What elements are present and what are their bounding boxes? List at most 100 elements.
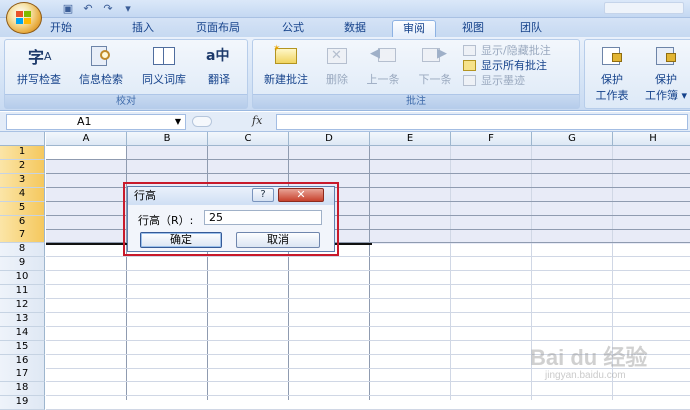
research-icon: [88, 44, 114, 68]
new-comment-button[interactable]: ✶ 新建批注: [257, 44, 315, 87]
formula-tools: fx: [190, 114, 276, 130]
cancel-button[interactable]: 取消: [236, 232, 320, 248]
column-gridline: [369, 146, 370, 400]
close-icon[interactable]: ✕: [278, 188, 324, 202]
formula-toggle-icon[interactable]: [192, 116, 212, 127]
column-gridline: [450, 146, 451, 400]
quick-access-toolbar: ▣ ↶ ↷ ▾: [60, 1, 136, 17]
row-height-dialog: 行高 ? ✕ 行高（R）: 25 确定 取消: [127, 186, 335, 252]
thesaurus-icon: [151, 44, 177, 68]
previous-comment-button[interactable]: ◀ 上一条: [359, 44, 407, 87]
comments-group-label: 批注: [253, 94, 579, 108]
select-all-corner[interactable]: [0, 132, 45, 146]
column-header-a[interactable]: A: [46, 132, 127, 146]
formula-input[interactable]: [276, 114, 688, 130]
row-gridline: [46, 311, 690, 313]
tab-insert[interactable]: 插入: [126, 20, 160, 37]
watermark-logo: Bai du 经验: [530, 345, 648, 370]
tab-home[interactable]: 开始: [44, 20, 78, 37]
customize-icon[interactable]: ▾: [120, 2, 136, 16]
show-ink-button[interactable]: 显示墨迹: [463, 73, 525, 88]
changes-group: 保护 工作表 保护 工作簿 ▾: [584, 39, 690, 109]
tab-view[interactable]: 视图: [456, 20, 490, 37]
window-controls[interactable]: [604, 2, 684, 14]
delete-comment-icon: ✕: [324, 44, 350, 68]
column-header-g[interactable]: G: [532, 132, 613, 146]
column-header-d[interactable]: D: [289, 132, 370, 146]
row-header-12[interactable]: 12: [0, 298, 45, 313]
row-header-5[interactable]: 5: [0, 201, 45, 216]
row-header-9[interactable]: 9: [0, 257, 45, 272]
thesaurus-button[interactable]: 同义词库: [135, 44, 193, 87]
row-header-17[interactable]: 17: [0, 368, 45, 383]
name-box[interactable]: A1 ▼: [6, 114, 186, 130]
row-header-4[interactable]: 4: [0, 187, 45, 202]
delete-comment-button[interactable]: ✕ 删除: [319, 44, 355, 87]
row-header-19[interactable]: 19: [0, 396, 45, 410]
insert-function-icon[interactable]: fx: [252, 114, 262, 127]
row-header-1[interactable]: 1: [0, 146, 45, 160]
row-header-16[interactable]: 16: [0, 354, 45, 369]
proofing-group: 字 A 拼写检查 信息检索 同义词库 a中 翻译 校对: [4, 39, 248, 109]
save-icon[interactable]: ▣: [60, 2, 76, 16]
row-height-input[interactable]: 25: [204, 210, 322, 225]
active-cell[interactable]: [46, 146, 127, 159]
row-gridline: [46, 381, 690, 383]
next-comment-button[interactable]: ▶ 下一条: [411, 44, 459, 87]
office-logo-icon: [16, 11, 32, 25]
spellcheck-button[interactable]: 字 A 拼写检查: [11, 44, 67, 87]
row-gridline: [46, 159, 690, 160]
chevron-down-icon[interactable]: ▼: [175, 115, 181, 129]
row-height-label: 行高（R）:: [138, 214, 194, 227]
row-header-18[interactable]: 18: [0, 382, 45, 397]
ok-button[interactable]: 确定: [140, 232, 222, 248]
comments-group: ✶ 新建批注 ✕ 删除 ◀ 上一条 ▶ 下一条 显示/隐藏批注 显示所有批注 显…: [252, 39, 580, 109]
row-header-3[interactable]: 3: [0, 173, 45, 188]
row-header-11[interactable]: 11: [0, 285, 45, 299]
row-header-2[interactable]: 2: [0, 159, 45, 174]
redo-icon[interactable]: ↷: [100, 2, 116, 16]
tab-page-layout[interactable]: 页面布局: [188, 20, 248, 37]
translate-icon: a中: [206, 48, 230, 64]
spellcheck-icon: 字 A: [28, 48, 52, 67]
previous-comment-icon: ◀: [370, 44, 396, 68]
column-header-h[interactable]: H: [613, 132, 690, 146]
office-button[interactable]: [6, 2, 42, 34]
row-header-7[interactable]: 7: [0, 229, 45, 244]
show-all-comments-button[interactable]: 显示所有批注: [463, 58, 547, 73]
protect-workbook-icon: [653, 44, 679, 68]
tab-data[interactable]: 数据: [338, 20, 372, 37]
undo-icon[interactable]: ↶: [80, 2, 96, 16]
watermark-url: jingyan.baidu.com: [545, 370, 626, 381]
row-header-13[interactable]: 13: [0, 312, 45, 327]
new-comment-icon: ✶: [273, 44, 299, 68]
row-gridline: [46, 325, 690, 327]
ribbon-tabs: 开始 插入 页面布局 公式 数据 审阅 视图 团队: [0, 18, 690, 37]
row-gridline: [46, 395, 690, 397]
row-gridline: [46, 284, 690, 286]
tab-team[interactable]: 团队: [514, 20, 548, 37]
row-gridline: [46, 172, 690, 174]
row-header-10[interactable]: 10: [0, 271, 45, 286]
row-header-14[interactable]: 14: [0, 326, 45, 341]
row-gridline: [46, 256, 690, 258]
column-header-b[interactable]: B: [127, 132, 208, 146]
comments-icon: [463, 60, 476, 71]
column-header-f[interactable]: F: [451, 132, 532, 146]
protect-workbook-button[interactable]: 保护 工作簿 ▾: [639, 44, 690, 103]
protect-sheet-button[interactable]: 保护 工作表: [589, 44, 635, 103]
show-hide-comment-button[interactable]: 显示/隐藏批注: [463, 43, 551, 58]
tab-formulas[interactable]: 公式: [276, 20, 310, 37]
ribbon: 字 A 拼写检查 信息检索 同义词库 a中 翻译 校对 ✶ 新建批注 ✕ 删除 …: [0, 37, 690, 111]
tab-review[interactable]: 审阅: [392, 20, 436, 37]
row-header-15[interactable]: 15: [0, 340, 45, 355]
help-icon[interactable]: ?: [252, 188, 274, 202]
protect-sheet-icon: [599, 44, 625, 68]
row-header-6[interactable]: 6: [0, 215, 45, 230]
ink-icon: [463, 75, 476, 86]
research-button[interactable]: 信息检索: [73, 44, 129, 87]
column-header-c[interactable]: C: [208, 132, 289, 146]
column-header-e[interactable]: E: [370, 132, 451, 146]
row-header-8[interactable]: 8: [0, 243, 45, 258]
translate-button[interactable]: a中 翻译: [199, 44, 239, 87]
